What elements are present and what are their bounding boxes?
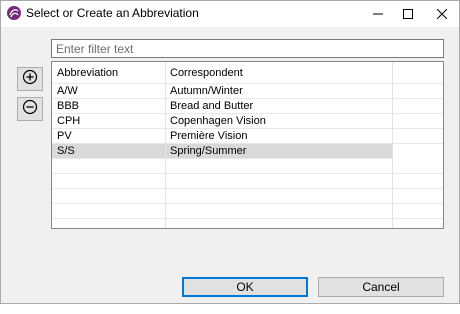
abbreviation-table[interactable]: Abbreviation Correspondent A/W Autumn/Wi… bbox=[51, 61, 444, 229]
app-logo-icon bbox=[6, 5, 22, 21]
close-icon[interactable] bbox=[427, 1, 457, 27]
cell-correspondent: Spring/Summer bbox=[170, 145, 247, 157]
table-row-selected[interactable]: S/S Spring/Summer bbox=[52, 144, 392, 159]
table-row[interactable]: CPH Copenhagen Vision bbox=[52, 114, 443, 129]
empty-row bbox=[52, 159, 443, 174]
minimize-icon[interactable] bbox=[363, 1, 393, 27]
cell-abbreviation: BBB bbox=[57, 100, 80, 112]
plus-circle-icon bbox=[22, 69, 38, 90]
cell-correspondent: Bread and Butter bbox=[170, 100, 254, 112]
cell-abbreviation: CPH bbox=[57, 115, 81, 127]
remove-button[interactable] bbox=[17, 97, 43, 121]
ok-button[interactable]: OK bbox=[182, 277, 308, 297]
table-row[interactable]: PV Première Vision bbox=[52, 129, 443, 144]
table-header: Abbreviation Correspondent bbox=[52, 62, 443, 84]
column-divider[interactable] bbox=[392, 62, 393, 228]
empty-row bbox=[52, 204, 443, 219]
table-row[interactable]: BBB Bread and Butter bbox=[52, 99, 443, 114]
filter-input[interactable] bbox=[51, 39, 444, 58]
minus-circle-icon bbox=[22, 99, 38, 120]
window-title: Select or Create an Abbreviation bbox=[26, 6, 199, 20]
add-button[interactable] bbox=[17, 67, 43, 91]
background-strip bbox=[0, 304, 460, 314]
cell-correspondent: Copenhagen Vision bbox=[170, 115, 266, 127]
cell-correspondent: Première Vision bbox=[170, 130, 248, 142]
dialog-window: Select or Create an Abbreviation Enter f… bbox=[0, 0, 460, 304]
title-bar[interactable]: Select or Create an Abbreviation bbox=[1, 1, 459, 27]
empty-row bbox=[52, 189, 443, 204]
column-divider[interactable] bbox=[165, 62, 166, 228]
cell-correspondent: Autumn/Winter bbox=[170, 85, 243, 97]
cell-abbreviation: A/W bbox=[57, 85, 78, 97]
column-header-empty bbox=[392, 62, 443, 83]
empty-row bbox=[52, 174, 443, 189]
table-row[interactable]: A/W Autumn/Winter bbox=[52, 84, 443, 99]
cell-abbreviation: PV bbox=[57, 130, 72, 142]
column-header-correspondent[interactable]: Correspondent bbox=[165, 62, 392, 83]
column-header-abbreviation[interactable]: Abbreviation bbox=[52, 62, 165, 83]
maximize-icon[interactable] bbox=[393, 1, 423, 27]
cell-abbreviation: S/S bbox=[57, 145, 75, 157]
cancel-button[interactable]: Cancel bbox=[318, 277, 444, 297]
